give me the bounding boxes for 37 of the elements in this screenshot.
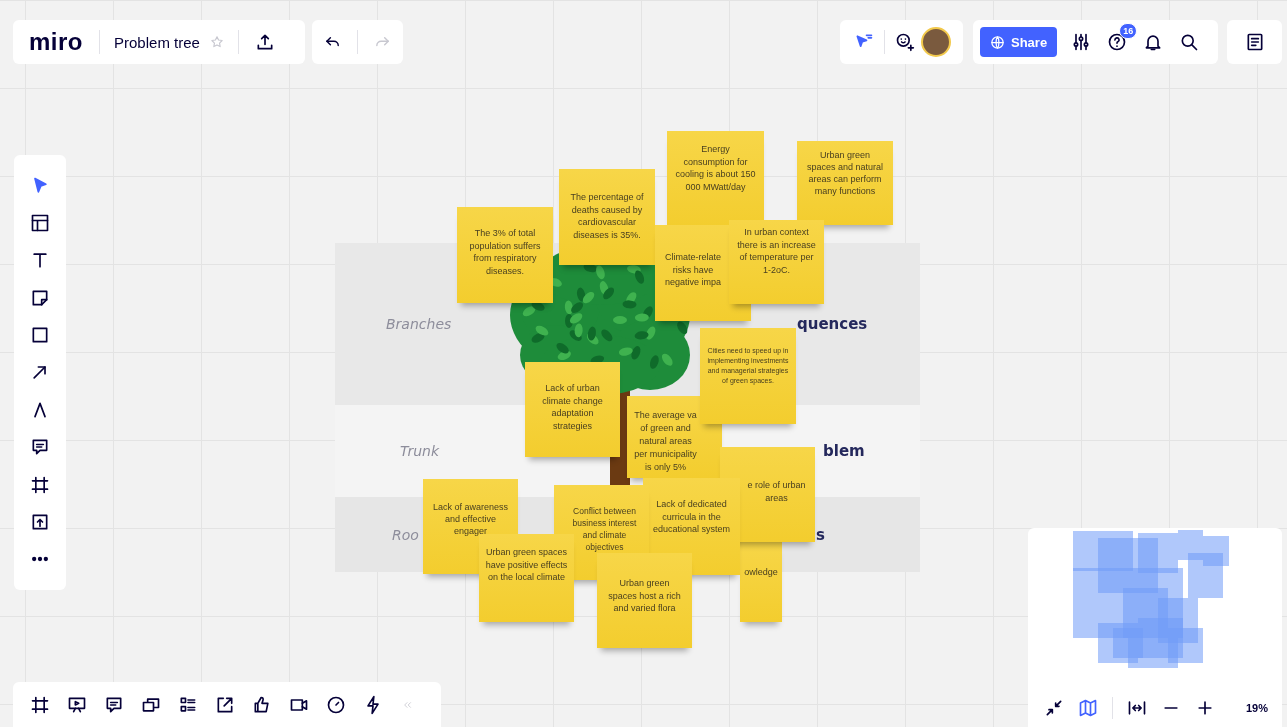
sticky-note[interactable]: owledge [740, 542, 782, 622]
sticky-note[interactable]: Urban green spaces have positive effects on the local climate [479, 534, 574, 622]
row-label: Branches [386, 316, 452, 332]
sticky-note[interactable]: The average va of green and natural areas per municipality is only 5% [627, 396, 722, 478]
star-icon[interactable] [209, 35, 224, 49]
sticky-note[interactable]: Urban green spaces host a rich and varied flora [597, 553, 692, 648]
comment-icon[interactable] [30, 437, 50, 458]
row-label: Trunk [400, 443, 440, 459]
zoom-level[interactable]: 19% [1245, 701, 1268, 714]
logo[interactable]: miro [29, 28, 83, 56]
export-icon[interactable] [215, 694, 235, 715]
notification-badge: 16 [1119, 23, 1138, 39]
map-icon[interactable] [1078, 697, 1098, 718]
share-button[interactable]: Share [980, 27, 1058, 57]
sticky-note[interactable]: Lack of urban climate change adaptation strategies [525, 362, 620, 457]
sticky-note[interactable]: The percentage of deaths caused by cardiovascular diseases is 35%. [559, 169, 655, 265]
globe-icon[interactable] [990, 34, 1005, 50]
sticky-note[interactable]: Energy consumption for cooling is about 150 000 MWatt/day [667, 131, 764, 228]
row-label: Roo [392, 526, 419, 543]
add-reaction-icon[interactable] [895, 32, 915, 52]
avatar[interactable] [921, 27, 951, 57]
thumbs-up-icon[interactable] [252, 694, 272, 715]
search-icon[interactable] [1179, 32, 1200, 52]
sticky-note[interactable]: The 3% of total population suffers from respiratory diseases. [457, 207, 553, 303]
frame-icon[interactable] [30, 474, 50, 495]
row-title: blem [823, 442, 865, 460]
timer-icon[interactable] [326, 694, 346, 715]
board-title[interactable]: Problem tree [114, 33, 200, 51]
layout-icon[interactable] [30, 213, 50, 234]
collapse-arrows-icon[interactable] [1044, 697, 1064, 718]
help-icon[interactable] [1107, 32, 1128, 52]
row-title: s [816, 525, 825, 544]
frame-icon[interactable] [30, 694, 50, 715]
sticky-note[interactable]: Urban green spaces and natural areas can perform many functions [797, 141, 893, 225]
square-icon[interactable] [30, 325, 50, 346]
sticky-note[interactable]: In urban context there is an increase of temperature per 1-2oC. [729, 220, 824, 304]
row-title: quences [797, 315, 868, 333]
